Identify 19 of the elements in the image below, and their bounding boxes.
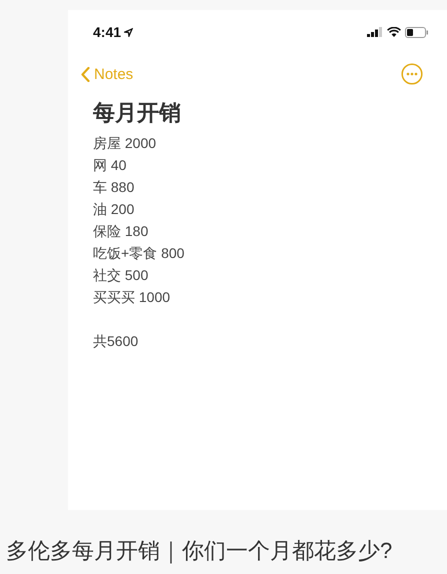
chevron-left-icon xyxy=(81,66,90,82)
post-caption: 多伦多每月开销｜你们一个月都花多少? xyxy=(6,537,394,566)
location-arrow-icon xyxy=(124,28,134,36)
signal-icon xyxy=(367,27,383,37)
note-title: 每月开销 xyxy=(93,99,182,127)
status-time: 4:41 xyxy=(93,24,122,40)
note-line: 保险 180 xyxy=(93,222,150,241)
more-icon[interactable] xyxy=(401,63,423,85)
note-total: 共5600 xyxy=(93,332,140,351)
note-line: 房屋 2000 xyxy=(93,134,158,153)
note-line: 社交 500 xyxy=(93,266,150,285)
note-line: 买买买 1000 xyxy=(93,288,172,307)
note-line: 车 880 xyxy=(93,178,136,197)
back-button[interactable]: Notes xyxy=(81,66,134,82)
note-line: 油 200 xyxy=(93,200,136,219)
note-line: 网 40 xyxy=(93,156,128,175)
note-line: 吃饭+零食 800 xyxy=(93,244,186,263)
battery-icon xyxy=(405,26,429,38)
wifi-icon xyxy=(387,27,401,37)
